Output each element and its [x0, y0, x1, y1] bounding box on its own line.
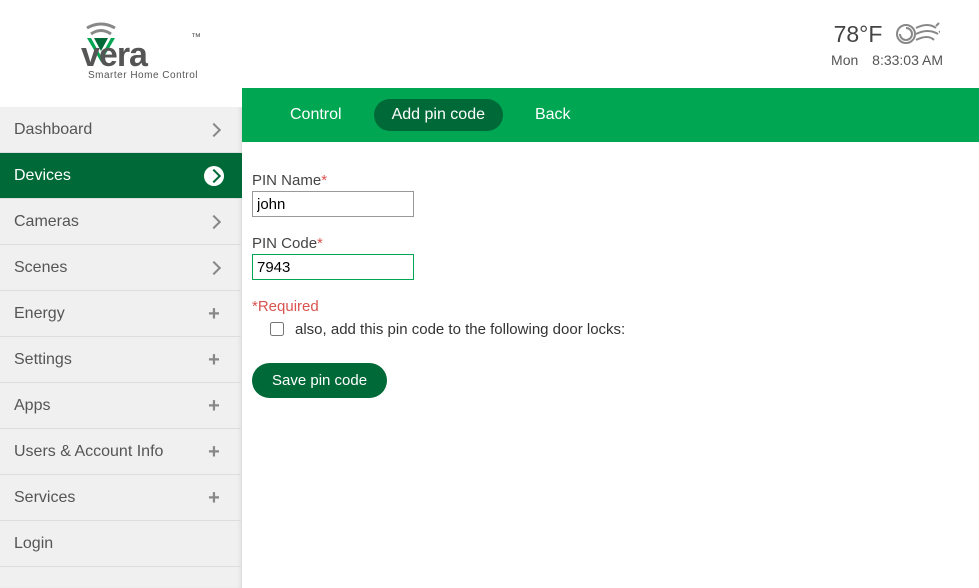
sidebar-item-label: Cameras	[14, 213, 79, 231]
sidebar-item-label: Energy	[14, 305, 65, 323]
tab-control[interactable]: Control	[272, 99, 360, 131]
sidebar-item-label: Users & Account Info	[14, 443, 163, 461]
pin-code-input[interactable]	[252, 254, 414, 280]
sidebar-item-label: Login	[14, 535, 53, 553]
wind-icon	[892, 20, 940, 48]
save-pin-code-button[interactable]: Save pin code	[252, 363, 387, 398]
sidebar-item-label: Dashboard	[14, 121, 92, 139]
plus-icon	[204, 396, 224, 416]
tab-bar: Control Add pin code Back	[242, 88, 979, 142]
sidebar-item-scenes[interactable]: Scenes	[0, 245, 242, 291]
add-to-locks-label: also, add this pin code to the following…	[295, 321, 625, 338]
weather-block: 78°F Mon 8:33:03 AM	[831, 20, 943, 68]
sidebar-item-settings[interactable]: Settings	[0, 337, 242, 383]
sidebar-nav: Dashboard Devices Cameras Scenes Energy …	[0, 107, 242, 567]
day-label: Mon	[831, 52, 858, 68]
chevron-right-icon	[204, 258, 224, 278]
pin-name-input[interactable]	[252, 191, 414, 217]
plus-icon	[204, 488, 224, 508]
sidebar-item-users-account[interactable]: Users & Account Info	[0, 429, 242, 475]
sidebar-item-label: Services	[14, 489, 75, 507]
pin-code-label: PIN Code*	[252, 235, 979, 252]
chevron-right-icon	[204, 212, 224, 232]
add-to-locks-row: also, add this pin code to the following…	[266, 319, 979, 339]
required-note: *Required	[252, 298, 979, 315]
field-pin-name: PIN Name*	[252, 172, 979, 217]
sidebar: vera ™ Smarter Home Control Dashboard De…	[0, 0, 242, 588]
sidebar-item-label: Apps	[14, 397, 50, 415]
brand-logo: vera ™ Smarter Home Control	[0, 0, 242, 107]
plus-icon	[204, 304, 224, 324]
pin-form: PIN Name* PIN Code* *Required also, add …	[242, 142, 979, 398]
svg-text:™: ™	[191, 32, 201, 43]
sidebar-item-energy[interactable]: Energy	[0, 291, 242, 337]
sidebar-item-cameras[interactable]: Cameras	[0, 199, 242, 245]
date-time: Mon 8:33:03 AM	[831, 52, 943, 68]
chevron-right-circle-icon	[204, 166, 224, 186]
chevron-right-icon	[204, 120, 224, 140]
sidebar-item-dashboard[interactable]: Dashboard	[0, 107, 242, 153]
temperature-value: 78°F	[834, 21, 883, 48]
sidebar-item-label: Settings	[14, 351, 72, 369]
pin-name-label: PIN Name*	[252, 172, 979, 189]
add-to-locks-checkbox[interactable]	[270, 322, 284, 336]
svg-text:vera: vera	[81, 36, 149, 74]
tab-back[interactable]: Back	[517, 99, 589, 131]
topbar: 78°F Mon 8:33:03 AM	[242, 0, 979, 68]
time-label: 8:33:03 AM	[872, 52, 943, 68]
sidebar-item-apps[interactable]: Apps	[0, 383, 242, 429]
vera-logo-svg: vera ™ Smarter Home Control	[41, 22, 201, 84]
sidebar-item-label: Scenes	[14, 259, 67, 277]
tab-add-pin-code[interactable]: Add pin code	[374, 99, 503, 131]
field-pin-code: PIN Code*	[252, 235, 979, 280]
plus-icon	[204, 350, 224, 370]
sidebar-item-devices[interactable]: Devices	[0, 153, 242, 199]
sidebar-item-label: Devices	[14, 167, 71, 185]
sidebar-item-login[interactable]: Login	[0, 521, 242, 567]
svg-text:Smarter Home Control: Smarter Home Control	[88, 70, 198, 81]
main-content: 78°F Mon 8:33:03 AM	[242, 0, 979, 588]
plus-icon	[204, 442, 224, 462]
sidebar-item-services[interactable]: Services	[0, 475, 242, 521]
